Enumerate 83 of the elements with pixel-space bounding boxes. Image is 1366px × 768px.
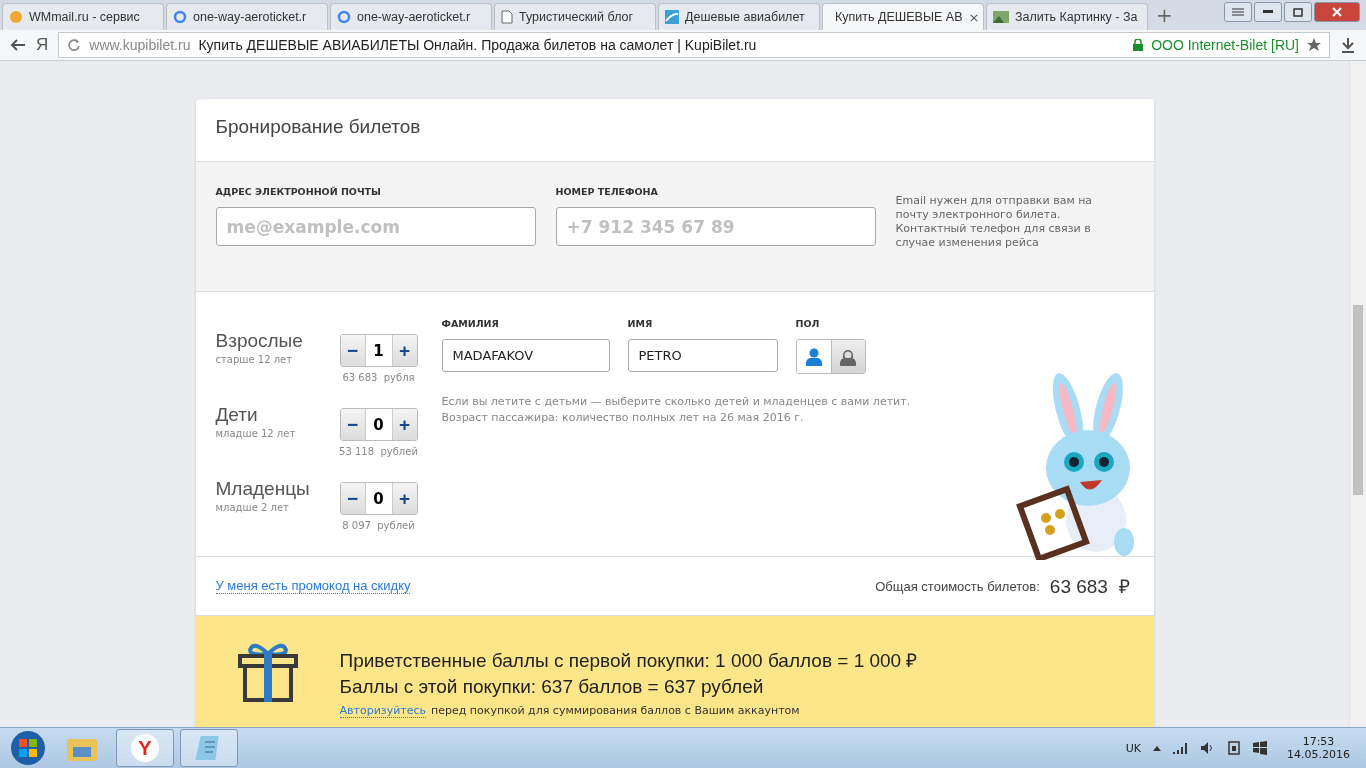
- passenger-type: Взрослые: [215, 330, 304, 352]
- url-domain: www.kupibilet.ru: [89, 37, 191, 53]
- email-field[interactable]: me@example.com: [215, 207, 536, 246]
- coin-icon: [9, 10, 23, 24]
- clock[interactable]: 17:53 14.05.2016: [1279, 735, 1358, 761]
- passenger-type: Младенцы: [215, 478, 311, 500]
- fare-price: 8 097 рублей: [342, 520, 415, 531]
- back-icon[interactable]: [10, 38, 26, 52]
- wave-icon: [665, 10, 679, 24]
- bonus-text: Баллы с этой покупки: 637 баллов = 637 рублей: [339, 675, 765, 699]
- minimize-icon: [1263, 10, 1273, 14]
- close-icon: [1332, 7, 1342, 17]
- name-label: ИМЯ: [627, 318, 654, 329]
- fare-price: 53 118 рублей: [339, 446, 418, 457]
- hint-text: Если вы летите с детьми — выберите сколько детей и младенцев с вами летит.: [441, 394, 912, 410]
- woman-icon: [840, 347, 856, 366]
- phone-label: НОМЕР ТЕЛЕФОНА: [555, 186, 659, 197]
- scrollbar-thumb[interactable]: [1353, 305, 1363, 495]
- address-bar[interactable]: www.kupibilet.ru Купить ДЕШЕВЫЕ АВИАБИЛЕТЫ Онлайн. Продажа билетов на самолет | KupiBilet.ru ООО Internet-Bilet [RU]: [58, 32, 1330, 58]
- language-indicator[interactable]: UK: [1125, 741, 1141, 755]
- increase-button[interactable]: +: [392, 335, 417, 366]
- contact-note: Email нужен для отправки вам на почту электронного билета. Контактный телефон для связи в случае изменения рейса: [895, 194, 1094, 250]
- hint-text: Возраст пассажира: количество полных лет на 26 мая 2016 г.: [441, 410, 805, 426]
- minimize-button[interactable]: [1254, 2, 1282, 22]
- reload-icon[interactable]: [67, 38, 82, 52]
- total-price: 63 683 ₽: [1049, 575, 1130, 599]
- passenger-count: 0: [364, 483, 393, 514]
- age-note: младше 12 лет: [215, 428, 297, 439]
- promo-code-link[interactable]: У меня есть промокод на скидку: [215, 578, 411, 594]
- passenger-type: Дети: [215, 404, 259, 426]
- browser-tab[interactable]: Купить ДЕШЕВЫЕ АВ ×: [822, 3, 984, 30]
- menu-icon: [1232, 8, 1244, 16]
- decrease-button[interactable]: −: [340, 409, 365, 440]
- yandex-button[interactable]: Я: [36, 35, 49, 55]
- person-icon: [805, 347, 822, 366]
- browser-tab[interactable]: one-way-aeroticket.r: [166, 3, 328, 30]
- increase-button[interactable]: +: [392, 409, 417, 440]
- total-label: Общая стоимость билетов:: [875, 578, 1040, 594]
- page-icon: [501, 10, 513, 24]
- bonus-text: Приветственные баллы с первой покупки: 1 000 баллов = 1 000 ₽: [339, 649, 918, 673]
- name-field[interactable]: PETRO: [627, 339, 778, 372]
- page-title: Купить ДЕШЕВЫЕ АВИАБИЛЕТЫ Онлайн. Продажа билетов на самолет | KupiBilet.ru: [198, 37, 758, 53]
- passenger-count: 0: [364, 409, 393, 440]
- device-icon[interactable]: [1227, 741, 1241, 755]
- taskbar-app[interactable]: Y: [116, 729, 174, 767]
- speaker-icon[interactable]: [1201, 742, 1215, 754]
- surname-field[interactable]: MADAFAKOV: [441, 339, 610, 372]
- login-link[interactable]: Авторизуйтесь: [339, 704, 426, 718]
- windows-icon[interactable]: [1253, 741, 1267, 755]
- yandex-logo: Y: [131, 734, 159, 762]
- close-button[interactable]: [1314, 2, 1360, 22]
- gender-label: ПОЛ: [795, 318, 821, 329]
- passenger-count: 1: [364, 335, 393, 366]
- phone-field[interactable]: +7 912 345 67 89: [555, 207, 876, 246]
- female-button[interactable]: [830, 340, 865, 373]
- google-icon: [173, 10, 187, 24]
- browser-tab[interactable]: Залить Картинку - За: [986, 3, 1148, 30]
- maximize-icon: [1293, 7, 1303, 17]
- image-icon: [993, 11, 1009, 23]
- fare-price: 63 683 рубля: [342, 372, 415, 383]
- age-note: старше 12 лет: [215, 354, 294, 365]
- browser-tab[interactable]: Дешевые авиабилет: [658, 3, 820, 30]
- decrease-button[interactable]: −: [340, 335, 365, 366]
- age-note: младше 2 лет: [215, 502, 290, 513]
- star-icon[interactable]: [1307, 38, 1321, 52]
- start-button[interactable]: [8, 729, 48, 767]
- up-arrow-icon[interactable]: [1153, 745, 1161, 751]
- browser-tab[interactable]: WMmail.ru - сервис: [2, 3, 164, 30]
- lock-icon: [1133, 39, 1144, 51]
- increase-button[interactable]: +: [392, 483, 417, 514]
- download-icon[interactable]: [1340, 37, 1356, 53]
- login-note: перед покупкой для суммирования баллов с Вашим аккаунтом: [431, 704, 800, 718]
- email-label: АДРЕС ЭЛЕКТРОННОЙ ПОЧТЫ: [215, 186, 382, 197]
- google-icon: [337, 10, 351, 24]
- close-icon[interactable]: ×: [968, 9, 980, 25]
- signal-icon[interactable]: [1173, 742, 1189, 754]
- new-tab-button[interactable]: +: [1156, 3, 1173, 27]
- surname-label: ФАМИЛИЯ: [441, 318, 500, 329]
- maximize-button[interactable]: [1284, 2, 1312, 22]
- certificate-label[interactable]: ООО Internet-Bilet [RU]: [1151, 37, 1299, 53]
- browser-tab[interactable]: one-way-aeroticket.r: [330, 3, 492, 30]
- decrease-button[interactable]: −: [340, 483, 365, 514]
- browser-tab[interactable]: Туристический блог: [494, 3, 656, 30]
